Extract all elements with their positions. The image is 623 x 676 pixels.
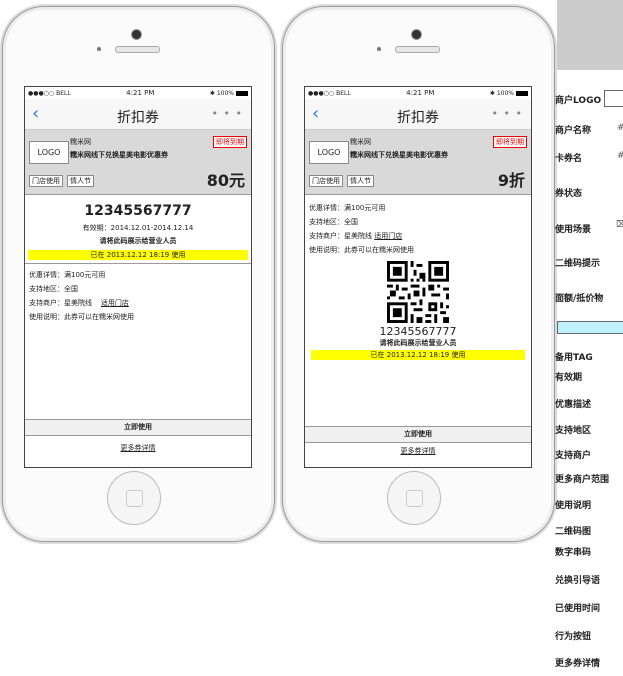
name-marker-icon: # [617,123,623,133]
expire-badge: 即将到期 [213,136,247,148]
color-swatch [557,321,623,334]
sensor-icon [97,47,101,51]
phone-screen-2: ●●●○○ BELL 4:21 PM ✱ 100% ‹ 折扣券 • • • LO… [304,86,532,468]
battery-status: ✱ 100% [490,90,528,97]
use-now-button[interactable]: 立即使用 [25,419,251,436]
sensor-icon [377,47,381,51]
tag-store-use: 门店使用 [29,175,63,187]
scene-marker-icon: ⌧ [616,220,623,230]
coupon-amount: 9折 [497,171,525,190]
expire-badge: 即将到期 [493,136,527,148]
store-link[interactable]: 适用门店 [374,232,402,240]
region-detail: 支持地区：全国 [309,218,358,226]
phone-mockup-2: ●●●○○ BELL 4:21 PM ✱ 100% ‹ 折扣券 • • • LO… [282,6,555,542]
coupon-amount: 80元 [206,171,245,190]
prop-used-time: 已使用时间 [555,604,601,614]
merchant-detail-text: 支持商户：星美院线 [29,299,92,307]
prop-redeem-guide: 兑换引导语 [555,576,601,586]
phone-mockup-1: ●●●○○ BELL 4:21 PM ✱ 100% ‹ 折扣券 • • • LO… [2,6,275,542]
merchant-logo: LOGO [29,141,69,164]
tag-valentine: 情人节 [67,175,94,187]
home-button[interactable] [107,471,161,525]
prop-use-scene: 使用场景 [555,225,592,235]
discount-detail: 优惠详情：满100元可用 [309,204,386,212]
coupon-name: 糯米网线下兑换星美电影优惠券 [350,151,448,159]
coupon-header: LOGO 糯米网 即将到期 糯米网线下兑换星美电影优惠券 门店使用 情人节 9折 [305,130,531,195]
image-placeholder [557,0,623,70]
bluetooth-icon: ✱ [209,89,215,97]
nav-bar: ‹ 折扣券 • • • [25,99,251,130]
battery-label: 100% [216,89,234,97]
usage-detail: 使用说明：此券可以在糯米网使用 [309,246,414,254]
battery-icon [515,90,528,96]
region-detail: 支持地区：全国 [29,285,78,293]
status-bar: ●●●○○ BELL 4:21 PM ✱ 100% [305,87,531,99]
detail-list: 优惠详情：满100元可用 支持地区：全国 支持商户：星美院线 适用门店 使用说明… [305,201,531,257]
prop-support-region: 支持地区 [555,426,592,436]
tag-store-use: 门店使用 [309,175,343,187]
battery-label: 100% [496,89,514,97]
prop-qr-hint: 二维码提示 [555,259,601,269]
battery-status: ✱ 100% [210,90,248,97]
prop-qr-image: 二维码图 [555,527,592,537]
store-link[interactable]: 适用门店 [101,299,129,307]
coupon-header: LOGO 糯米网 即将到期 糯米网线下兑换星美电影优惠券 门店使用 情人节 80… [25,130,251,195]
discount-detail: 优惠详情：满100元可用 [29,271,106,279]
home-button[interactable] [387,471,441,525]
phone-screen-1: ●●●○○ BELL 4:21 PM ✱ 100% ‹ 折扣券 • • • LO… [24,86,252,468]
prop-coupon-status: 券状态 [555,189,583,199]
prop-numeric-code: 数字串码 [555,548,592,558]
detail-list: 优惠详情：满100元可用 支持地区：全国 支持商户：星美院线 适用门店 使用说明… [25,268,251,324]
camera-icon [132,30,141,39]
prop-face-value: 面额/抵价物 [555,294,604,304]
carrier-label: ●●●○○ BELL [308,89,351,97]
prop-spare-tag: 备用TAG [555,353,593,363]
carrier-label: ●●●○○ BELL [28,89,71,97]
prop-usage-desc: 使用说明 [555,501,592,511]
show-hint: 请将此码展示给营业人员 [379,339,457,347]
more-details-link[interactable]: 更多券详情 [25,441,251,455]
merchant-name: 糯米网 [70,138,91,146]
prop-action-button: 行为按钮 [555,632,592,642]
prop-coupon-name: 卡券名 [555,154,583,164]
use-now-button[interactable]: 立即使用 [305,426,531,443]
property-panel: 商户LOGO 商户名称 # 卡券名 # 券状态 使用场景 ⌧ 二维码提示 面额/… [555,0,623,676]
prop-validity: 有效期 [555,373,583,383]
merchant-detail: 支持商户：星美院线 适用门店 [29,296,251,310]
qr-code-image [387,261,449,323]
usage-detail: 使用说明：此券可以在糯米网使用 [29,313,134,321]
validity-text: 有效期：2014.12.01-2014.12.14 [82,224,194,232]
battery-icon [235,90,248,96]
speaker-grille [115,46,160,53]
clock-label: 4:21 PM [406,89,435,97]
clock-label: 4:21 PM [126,89,155,97]
used-time-bar: 已在 2013.12.12 18:19 使用 [28,250,248,260]
camera-icon [412,30,421,39]
status-bar: ●●●○○ BELL 4:21 PM ✱ 100% [25,87,251,99]
coupon-code: 12345567777 [84,203,192,219]
show-hint: 请将此码展示给营业人员 [99,237,177,245]
more-options-icon[interactable]: • • • [492,107,523,120]
used-time-bar: 已在 2013.12.12 18:19 使用 [311,350,525,360]
logo-input-box [604,90,623,107]
coupon-marker-icon: # [617,151,623,161]
prop-merchant-logo: 商户LOGO [555,96,602,106]
merchant-name: 糯米网 [350,138,371,146]
bluetooth-icon: ✱ [489,89,495,97]
more-details-link[interactable]: 更多券详情 [305,444,531,458]
prop-discount-desc: 优惠描述 [555,400,592,410]
speaker-grille [395,46,440,53]
coupon-name: 糯米网线下兑换星美电影优惠券 [70,151,168,159]
more-options-icon[interactable]: • • • [212,107,243,120]
tag-valentine: 情人节 [347,175,374,187]
merchant-detail-text: 支持商户：星美院线 [309,232,372,240]
prop-merchant-name: 商户名称 [555,126,592,136]
prop-more-details: 更多券详情 [555,659,601,669]
merchant-detail: 支持商户：星美院线 适用门店 [309,229,531,243]
merchant-logo: LOGO [309,141,349,164]
nav-bar: ‹ 折扣券 • • • [305,99,531,130]
prop-support-merchant: 支持商户 [555,451,592,461]
prop-more-merchant-range: 更多商户范围 [555,475,610,485]
coupon-code: 12345567777 [379,325,457,338]
